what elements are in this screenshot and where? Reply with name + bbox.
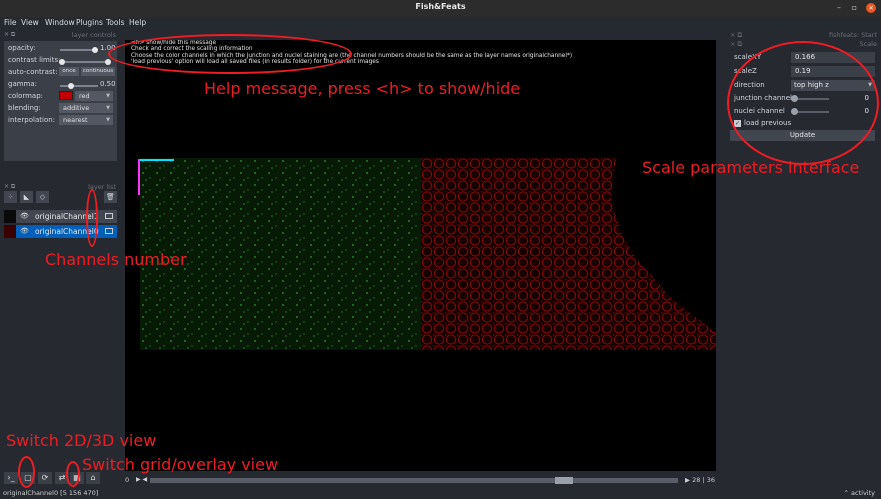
chevron-down-icon: ▼ [106,117,110,123]
menu-file[interactable]: File [4,18,17,27]
roll-dims-button[interactable]: ⟳ [38,472,52,484]
layer-thumbnail [4,210,16,223]
switchgrid-annotation-label: Switch grid/overlay view [82,455,279,474]
contrast-limits-label: contrast limits: [8,56,61,64]
activity-toggle[interactable]: ⌃ activity [844,489,875,497]
blending-value: additive [63,104,90,112]
dock-close-icon[interactable]: × ⧉ [730,40,742,49]
menu-view[interactable]: View [21,18,39,27]
menu-bar: File View Window Plugins Tools Help [0,17,881,30]
layer-thumbnail [4,225,16,238]
help-annotation-label: Help message, press <h> to show/hide [204,79,521,98]
dims-position: ▶ 28 | 36 [685,476,715,484]
delete-layer-icon[interactable]: 🗑 [104,191,117,203]
scale-annotation-label: Scale parameters interface [642,158,860,177]
plugin-title: fishfeats: Start [829,31,877,39]
menu-help[interactable]: Help [129,18,146,27]
dims-slider-thumb[interactable] [555,477,573,484]
play-icon[interactable]: ▶ ◀ [136,476,147,483]
image-layer-icon [105,213,113,219]
opacity-slider-knob[interactable] [92,47,98,53]
auto-contrast-once-button[interactable]: once [59,67,79,76]
layer-controls-title: layer controls [71,31,116,39]
channels-annotation-label: Channels number [45,250,187,269]
layer-row-channel1[interactable]: 👁 originalChannel1 [4,210,117,223]
contrast-min-knob[interactable] [59,59,65,65]
switch3d-annotation-ellipse [18,456,35,488]
menu-window[interactable]: Window [45,18,75,27]
colormap-swatch [59,91,73,100]
layer-row-channel0[interactable]: 👁 originalChannel0 [4,225,117,238]
console-button[interactable]: ›_ [4,472,18,484]
switchgrid-annotation-ellipse [66,461,80,487]
dims-axis-label: 0 [125,476,130,484]
colormap-select[interactable]: red ▼ [75,91,113,101]
chevron-down-icon: ▼ [106,93,110,99]
viewer-canvas[interactable]: <h> show/hide this message Check and cor… [125,40,716,471]
red-channel-image [421,158,716,350]
contrast-limits-slider[interactable] [60,61,110,63]
gamma-label: gamma: [8,80,38,88]
gamma-slider[interactable] [60,85,98,87]
dims-total: 36 [706,476,715,484]
dock-close-icon[interactable]: × ⧉ [4,31,15,39]
layer-controls-panel: opacity: 1.00 contrast limits: auto-cont… [4,41,117,161]
contrast-max-knob[interactable] [105,59,111,65]
window-title: Fish&Feats [415,2,466,11]
y-axis-indicator [138,159,140,195]
new-shapes-layer-icon[interactable]: ◣ [20,191,33,203]
eye-icon[interactable]: 👁 [20,225,29,238]
menu-tools[interactable]: Tools [106,18,124,27]
status-bar: originalChannel0 [5 156 470] ⌃ activity [0,488,881,499]
maximize-button[interactable]: ▫ [852,3,857,12]
dims-current: 28 [692,476,701,484]
blending-select[interactable]: additive ▼ [59,103,113,113]
status-text: originalChannel0 [5 156 470] [3,489,99,497]
new-labels-layer-icon[interactable]: ◇ [36,191,49,203]
x-axis-indicator [138,159,174,161]
dock-close-icon[interactable]: × ⧉ [730,31,742,40]
eye-icon[interactable]: 👁 [20,210,29,223]
plugin-subtitle: Scale [859,40,878,48]
help-annotation-ellipse [108,34,352,74]
auto-contrast-continuous-button[interactable]: continuous [81,67,115,76]
chevron-down-icon: ▼ [106,105,110,111]
close-button[interactable]: × [866,3,876,13]
menu-plugins[interactable]: Plugins [76,18,103,27]
dims-slider-bar: 0 ▶ ◀ ▶ 28 | 36 [125,476,716,485]
interpolation-value: nearest [63,116,88,124]
image-layer-icon [105,228,113,234]
switch3d-annotation-label: Switch 2D/3D view [6,431,157,450]
dock-close-icon[interactable]: × ⧉ [4,183,15,191]
red-cells [421,158,716,350]
interpolation-select[interactable]: nearest ▼ [59,115,113,125]
opacity-label: opacity: [8,44,36,52]
layer-buttons: ⁘ ◣ ◇ 🗑 [4,191,117,205]
blending-label: blending: [8,104,41,112]
interpolation-label: interpolation: [8,116,56,124]
dims-slider[interactable] [150,478,678,483]
title-bar: Fish&Feats – ▫ × [0,0,881,17]
colormap-label: colormap: [8,92,44,100]
minimize-button[interactable]: – [837,3,841,12]
gamma-value[interactable]: 0.50 [100,80,116,88]
gamma-slider-knob[interactable] [68,83,74,89]
auto-contrast-label: auto-contrast: [8,68,58,76]
colormap-value: red [79,92,90,100]
new-points-layer-icon[interactable]: ⁘ [4,191,17,203]
channels-annotation-ellipse [86,189,98,247]
scale-annotation-ellipse [727,41,879,165]
